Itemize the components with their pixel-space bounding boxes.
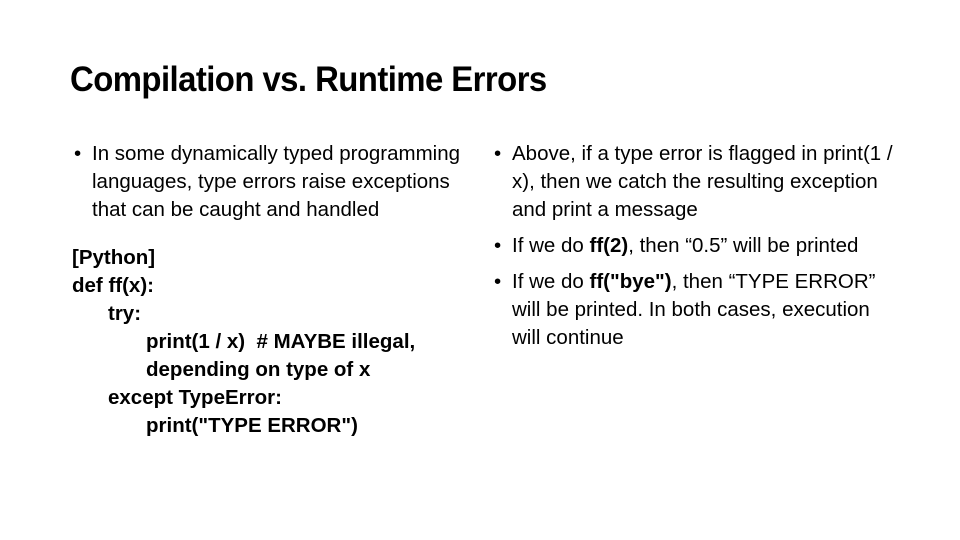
page-title: Compilation vs. Runtime Errors: [70, 60, 547, 99]
list-item: • If we do ff(2), then “0.5” will be pri…: [486, 232, 896, 260]
slide-canvas: Compilation vs. Runtime Errors • In some…: [0, 0, 960, 540]
bullet-dot-icon: •: [494, 234, 502, 257]
code-line: def ff(x):: [72, 274, 154, 297]
list-item-label: In some dynamically typed programming la…: [92, 142, 461, 221]
code-block: [Python] def ff(x): try: print(1 / x) # …: [66, 244, 466, 440]
bullet-dot-icon: •: [494, 270, 502, 293]
code-line: except TypeError:: [108, 386, 282, 409]
list-item-label: If we do ff("bye"), then “TYPE ERROR” wi…: [512, 270, 876, 349]
list-item-label: Above, if a type error is flagged in pri…: [512, 142, 893, 221]
list-item: • Above, if a type error is flagged in p…: [486, 140, 896, 224]
bullet-dot-icon: •: [494, 142, 502, 165]
slide-body: • In some dynamically typed programming …: [0, 140, 960, 530]
bullet-dot-icon: •: [74, 142, 82, 165]
code-line: [Python]: [72, 246, 156, 269]
list-item: • If we do ff("bye"), then “TYPE ERROR” …: [486, 268, 896, 352]
code-line: print("TYPE ERROR"): [146, 414, 358, 437]
right-content-column: • Above, if a type error is flagged in p…: [486, 140, 896, 354]
list-item: • In some dynamically typed programming …: [66, 140, 466, 224]
list-item-label: If we do ff(2), then “0.5” will be print…: [512, 234, 859, 257]
code-line: print(1 / x) # MAYBE illegal,: [146, 330, 416, 353]
left-content-column: • In some dynamically typed programming …: [66, 140, 466, 440]
code-line: depending on type of x: [146, 358, 371, 381]
code-line: try:: [108, 302, 142, 325]
